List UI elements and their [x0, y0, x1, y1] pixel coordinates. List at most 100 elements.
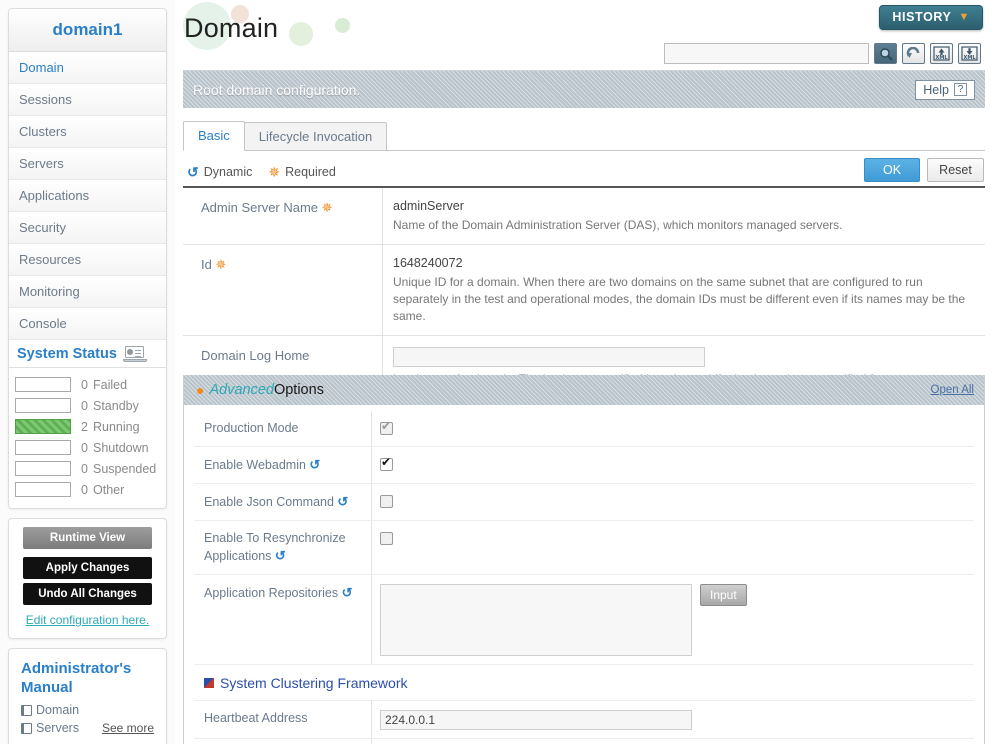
tab-bar: Basic Lifecycle Invocation: [183, 120, 985, 151]
status-row-standby: 0 Standby: [15, 395, 160, 416]
sidebar-item-sessions[interactable]: Sessions: [9, 84, 166, 116]
sidebar-item-servers[interactable]: Servers: [9, 148, 166, 180]
field-label: Id ✵: [183, 245, 383, 335]
dynamic-refresh-icon: ↺: [309, 457, 321, 472]
status-bar: [15, 440, 71, 455]
search-toolbar: XML XML: [664, 43, 981, 64]
field-label-text: Admin Server Name: [201, 200, 319, 215]
ok-button[interactable]: OK: [864, 158, 920, 182]
svg-text:XML: XML: [935, 55, 948, 61]
tab-lifecycle-invocation[interactable]: Lifecycle Invocation: [243, 122, 388, 150]
main-content: Domain HISTORY ▼ XML XML Root domain con…: [175, 0, 995, 744]
field-value: adminServer Name of the Domain Administr…: [383, 188, 985, 244]
sidebar-item-domain[interactable]: Domain: [9, 52, 166, 84]
field-label-text: Domain Log Home: [201, 348, 310, 363]
undo-all-changes-button[interactable]: Undo All Changes: [23, 583, 152, 605]
edit-configuration-link[interactable]: Edit configuration here.: [23, 613, 152, 628]
xml-download-icon[interactable]: XML: [958, 43, 981, 64]
app-root: domain1 Domain Sessions Clusters Servers…: [0, 0, 995, 744]
status-row-shutdown: 0 Shutdown: [15, 437, 160, 458]
sidebar-item-console[interactable]: Console: [9, 308, 166, 340]
field-label: Application Repositories ↺: [194, 575, 372, 664]
field-label: Production Mode: [194, 411, 372, 446]
refresh-icon[interactable]: [902, 43, 925, 64]
page-title: Domain: [184, 13, 279, 43]
status-label: Standby: [93, 398, 139, 413]
book-icon: [21, 704, 32, 716]
field-label: Admin Server Name ✵: [183, 188, 383, 244]
search-input[interactable]: [664, 43, 869, 64]
cluster-icon: [204, 678, 214, 688]
manual-content: Administrator's Manual Domain Servers Se…: [9, 649, 166, 744]
administrators-manual-panel: Administrator's Manual Domain Servers Se…: [8, 648, 167, 744]
runtime-view-button[interactable]: Runtime View: [23, 527, 152, 549]
field-description: Name of the Domain Administration Server…: [393, 218, 843, 232]
status-label: Other: [93, 482, 125, 497]
advanced-row-enable-webadmin: Enable Webadmin ↺: [194, 447, 974, 484]
tab-basic[interactable]: Basic: [183, 121, 245, 151]
system-clustering-framework-title: System Clustering Framework: [220, 675, 408, 691]
history-button[interactable]: HISTORY ▼: [879, 5, 983, 30]
application-repositories-textarea[interactable]: [380, 584, 692, 656]
field-value-text: adminServer: [393, 199, 464, 213]
book-icon: [21, 722, 32, 734]
status-count: 2: [81, 419, 88, 434]
advanced-row-enable-resynchronize-applications: Enable To Resynchronize Applications ↺: [194, 521, 974, 575]
enable-resynchronize-applications-checkbox[interactable]: [380, 532, 393, 545]
dynamic-refresh-icon: ↺: [187, 163, 199, 180]
field-value: Input: [372, 575, 974, 664]
sidebar-item-security[interactable]: Security: [9, 212, 166, 244]
page-header: Domain HISTORY ▼ XML XML: [175, 0, 995, 64]
status-count: 0: [81, 440, 88, 455]
status-row-suspended: 0 Suspended: [15, 458, 160, 479]
manual-link-domain[interactable]: Domain: [21, 703, 154, 717]
xml-upload-icon[interactable]: XML: [930, 43, 953, 64]
sidebar-item-applications[interactable]: Applications: [9, 180, 166, 212]
see-more-link[interactable]: See more: [102, 721, 154, 735]
advanced-options-header: ● Advanced Options Open All: [184, 375, 984, 405]
field-label: Enable To Resynchronize Applications ↺: [194, 521, 372, 574]
status-bar: [15, 377, 71, 392]
field-label-text: Enable Webadmin: [204, 458, 306, 472]
field-label-text: Application Repositories: [204, 586, 339, 600]
sidebar-item-clusters[interactable]: Clusters: [9, 116, 166, 148]
enable-json-command-checkbox[interactable]: [380, 495, 393, 508]
form-row-admin-server-name: Admin Server Name ✵ adminServer Name of …: [183, 186, 985, 245]
advanced-title-accent: Advanced: [209, 382, 274, 398]
system-status-title: System Status: [17, 346, 117, 362]
reset-button[interactable]: Reset: [927, 158, 984, 182]
field-value: [372, 739, 974, 744]
legend-required-label: Required: [285, 165, 336, 179]
status-count: 0: [81, 377, 88, 392]
help-button[interactable]: Help ?: [915, 79, 975, 100]
sidebar: domain1 Domain Sessions Clusters Servers…: [0, 0, 175, 744]
advanced-row-heartbeat-port: Heartbeat Port: [194, 739, 974, 744]
heartbeat-address-input[interactable]: [380, 710, 692, 730]
advanced-row-production-mode: Production Mode: [194, 411, 974, 447]
open-all-link[interactable]: Open All: [931, 384, 974, 396]
field-value: [372, 521, 974, 574]
sidebar-actions-panel: Runtime View Apply Changes Undo All Chan…: [8, 518, 167, 639]
field-label-text: Id: [201, 257, 212, 272]
system-clustering-framework-header: System Clustering Framework: [194, 665, 974, 701]
enable-webadmin-checkbox[interactable]: [380, 455, 393, 471]
field-value: [372, 411, 974, 446]
repositories-input-button[interactable]: Input: [700, 584, 747, 606]
manual-link-label: Domain: [36, 703, 80, 717]
status-bar: [15, 461, 71, 476]
advanced-row-enable-json-command: Enable Json Command ↺: [194, 484, 974, 521]
manual-link-label: Servers: [36, 721, 80, 735]
required-asterisk-icon: ✵: [215, 257, 227, 272]
sidebar-item-resources[interactable]: Resources: [9, 244, 166, 276]
production-mode-checkbox[interactable]: [380, 419, 393, 435]
domain-log-home-input[interactable]: [393, 347, 705, 367]
search-icon[interactable]: [874, 43, 897, 64]
field-label-text: Heartbeat Address: [204, 711, 308, 725]
sidebar-item-monitoring[interactable]: Monitoring: [9, 276, 166, 308]
required-asterisk-icon: ✵: [268, 164, 281, 180]
advanced-row-heartbeat-address: Heartbeat Address: [194, 701, 974, 739]
manual-title: Administrator's Manual: [21, 660, 132, 696]
manual-link-servers[interactable]: Servers See more: [21, 721, 154, 735]
apply-changes-button[interactable]: Apply Changes: [23, 557, 152, 579]
status-label: Shutdown: [93, 440, 149, 455]
